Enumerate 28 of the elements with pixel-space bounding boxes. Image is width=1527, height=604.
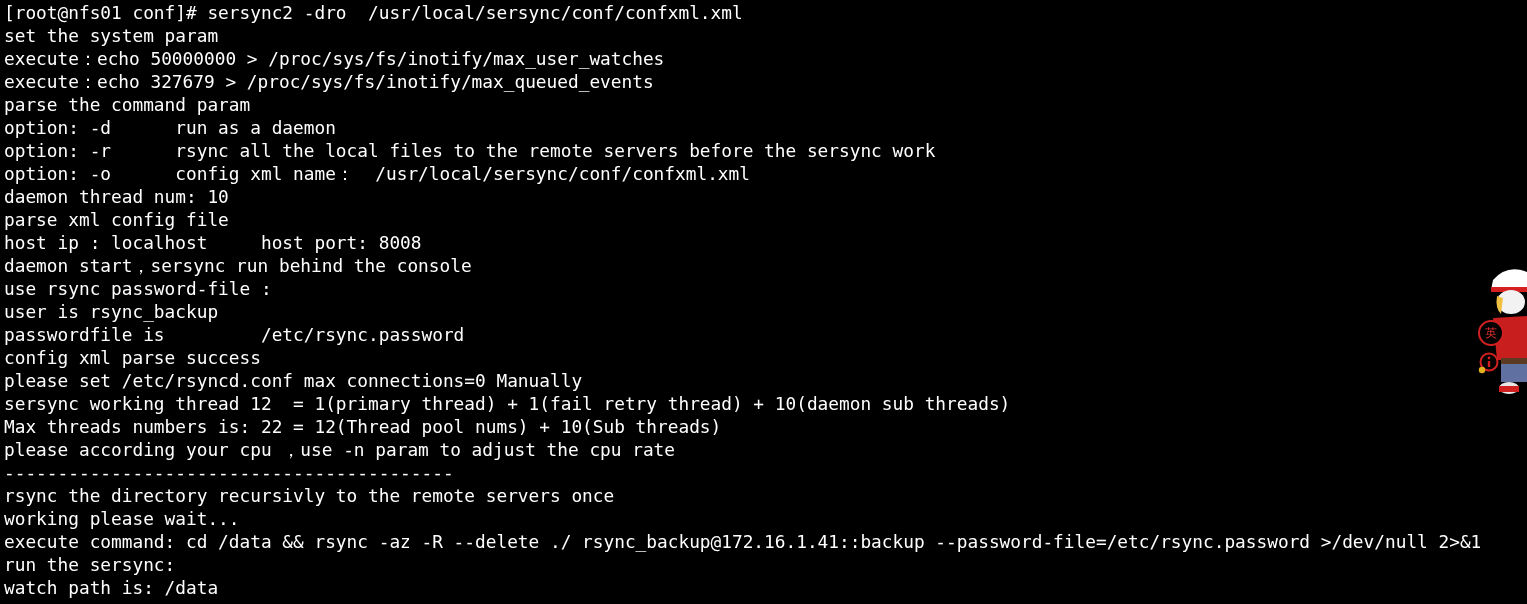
terminal-line: user is rsync_backup — [4, 300, 219, 323]
terminal-line: execute：echo 50000000 > /proc/sys/fs/inotify/max_user_watches — [4, 47, 665, 70]
terminal-line: host ip : localhost host port: 8008 — [4, 231, 422, 254]
terminal-line: [root@nfs01 conf]# sersync2 -dro /usr/local/sersync/conf/confxml.xml — [4, 1, 743, 24]
terminal-line: use rsync password-file : — [4, 277, 272, 300]
terminal-line: option: -o config xml name： /usr/local/sersync/conf/confxml.xml — [4, 162, 750, 185]
terminal-line: execute command: cd /data && rsync -az -R --delete ./ rsync_backup@172.16.1.41::backup --password-file=/etc/rsync.password >/dev/null 2>&1 — [4, 530, 1482, 553]
terminal-line: please set /etc/rsyncd.conf max connections=0 Manually — [4, 369, 583, 392]
terminal-line: parse xml config file — [4, 208, 229, 231]
language-toggle-button[interactable]: 英 — [1478, 320, 1504, 346]
terminal-line: run the sersync: — [4, 553, 176, 576]
terminal-line: parse the command param — [4, 93, 251, 116]
menu-circle-icon[interactable] — [1478, 352, 1500, 374]
terminal-line: option: -r rsync all the local files to the remote servers before the sersync work — [4, 139, 936, 162]
terminal-line: execute：echo 327679 > /proc/sys/fs/inotify/max_queued_events — [4, 70, 654, 93]
terminal-line: working please wait... — [4, 507, 240, 530]
terminal-line: passwordfile is /etc/rsync.password — [4, 323, 465, 346]
terminal-line: rsync the directory recursivly to the remote servers once — [4, 484, 615, 507]
terminal-line: sersync working thread 12 = 1(primary thread) + 1(fail retry thread) + 10(daemon sub threads) — [4, 392, 1011, 415]
terminal-line: set the system param — [4, 24, 219, 47]
terminal-line: ------------------------------------------ — [4, 461, 454, 484]
terminal-line: config xml parse success — [4, 346, 261, 369]
terminal-line: Max threads numbers is: 22 = 12(Thread pool nums) + 10(Sub threads) — [4, 415, 722, 438]
terminal-line: daemon start，sersync run behind the console — [4, 254, 472, 277]
terminal-line: option: -d run as a daemon — [4, 116, 336, 139]
terminal-line: please according your cpu ，use -n param to adjust the cpu rate — [4, 438, 676, 461]
terminal-line: watch path is: /data — [4, 576, 219, 599]
terminal-line: daemon thread num: 10 — [4, 185, 229, 208]
